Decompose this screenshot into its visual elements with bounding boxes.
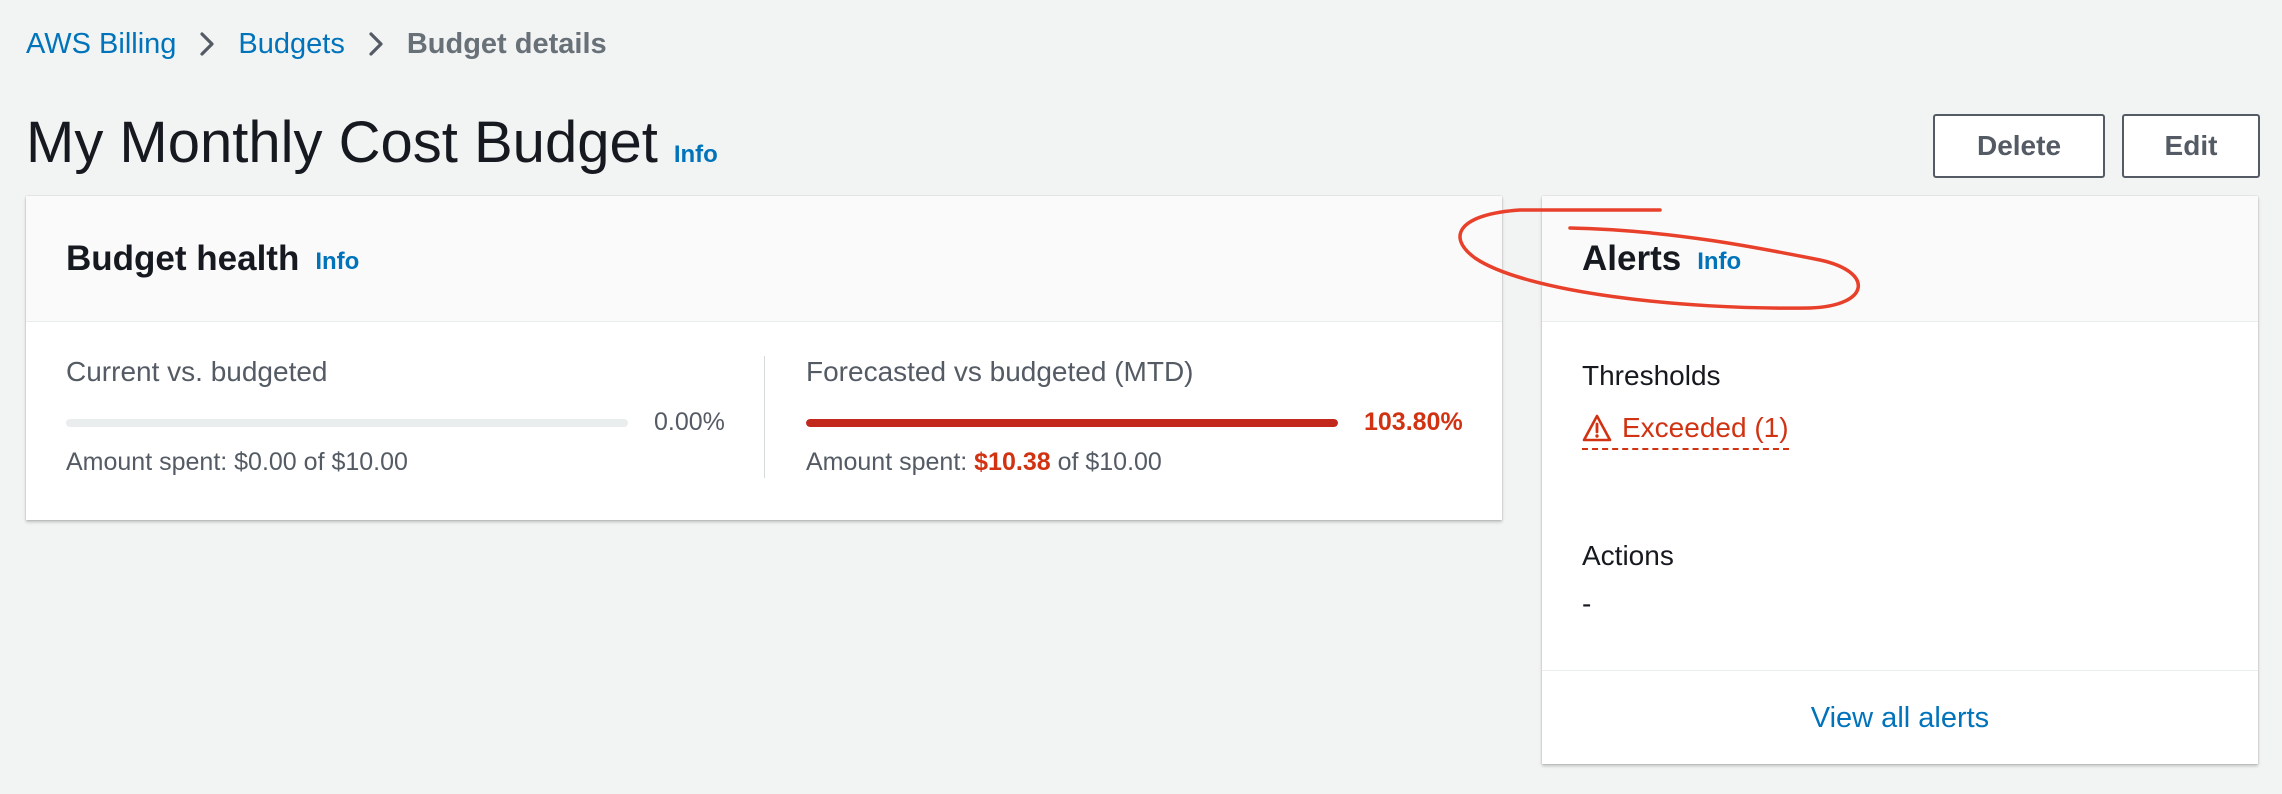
budget-health-card: Budget health Info Current vs. budgeted … — [26, 196, 1502, 520]
forecast-amount-suffix: of $10.00 — [1050, 448, 1162, 476]
forecast-percent: 103.80% — [1364, 408, 1463, 436]
exceeded-text: Exceeded (1) — [1622, 412, 1789, 443]
edit-button[interactable]: Edit — [2122, 114, 2260, 178]
actions-label: Actions — [1582, 540, 1674, 571]
page-header: My Monthly Cost Budget Info — [26, 108, 718, 178]
budget-health-header: Budget health Info — [26, 196, 1502, 322]
alerts-footer: View all alerts — [1542, 670, 2258, 765]
alerts-header: Alerts Info — [1542, 196, 2258, 322]
budget-health-info-link[interactable]: Info — [315, 248, 359, 276]
page-title: My Monthly Cost Budget — [26, 110, 658, 175]
delete-button[interactable]: Delete — [1933, 114, 2105, 178]
breadcrumb-aws-billing[interactable]: AWS Billing — [26, 28, 176, 61]
forecasted-vs-budgeted: Forecasted vs budgeted (MTD) 103.80% Amo… — [806, 356, 1486, 476]
metric-divider — [764, 356, 765, 478]
exceeded-alert-link[interactable]: Exceeded (1) — [1582, 412, 1789, 450]
chevron-right-icon — [367, 30, 385, 58]
breadcrumb-budgets[interactable]: Budgets — [238, 28, 344, 61]
page-info-link[interactable]: Info — [674, 141, 718, 169]
current-vs-budgeted: Current vs. budgeted 0.00% Amount spent:… — [66, 356, 728, 476]
view-all-alerts-link[interactable]: View all alerts — [1811, 702, 1989, 735]
forecast-amount-value: $10.38 — [974, 448, 1051, 476]
actions-value: - — [1582, 588, 1592, 619]
alerts-title: Alerts — [1582, 238, 1682, 278]
breadcrumb-current: Budget details — [406, 27, 607, 60]
warning-triangle-icon — [1582, 414, 1612, 442]
thresholds-label: Thresholds — [1582, 360, 1721, 391]
budget-health-title: Budget health — [66, 238, 300, 278]
current-amount-spent: Amount spent: $0.00 of $10.00 — [66, 448, 408, 476]
forecast-progress-fill — [806, 418, 1338, 427]
current-vs-budgeted-label: Current vs. budgeted — [66, 356, 328, 387]
forecast-amount-prefix: Amount spent: — [806, 448, 975, 476]
current-progress: 0.00% — [66, 408, 725, 437]
forecast-progress: 103.80% — [806, 408, 1463, 437]
current-percent: 0.00% — [654, 408, 725, 436]
breadcrumb: AWS Billing Budgets Budget details — [26, 22, 607, 66]
alerts-card: Alerts Info Thresholds Exceeded (1) Acti… — [1542, 196, 2258, 764]
forecast-amount-spent: Amount spent: $10.38 of $10.00 — [806, 448, 1162, 477]
forecast-progress-track — [806, 418, 1338, 427]
chevron-right-icon — [198, 30, 216, 58]
forecasted-vs-budgeted-label: Forecasted vs budgeted (MTD) — [806, 356, 1194, 387]
current-progress-track — [66, 418, 628, 427]
alerts-info-link[interactable]: Info — [1697, 248, 1741, 276]
